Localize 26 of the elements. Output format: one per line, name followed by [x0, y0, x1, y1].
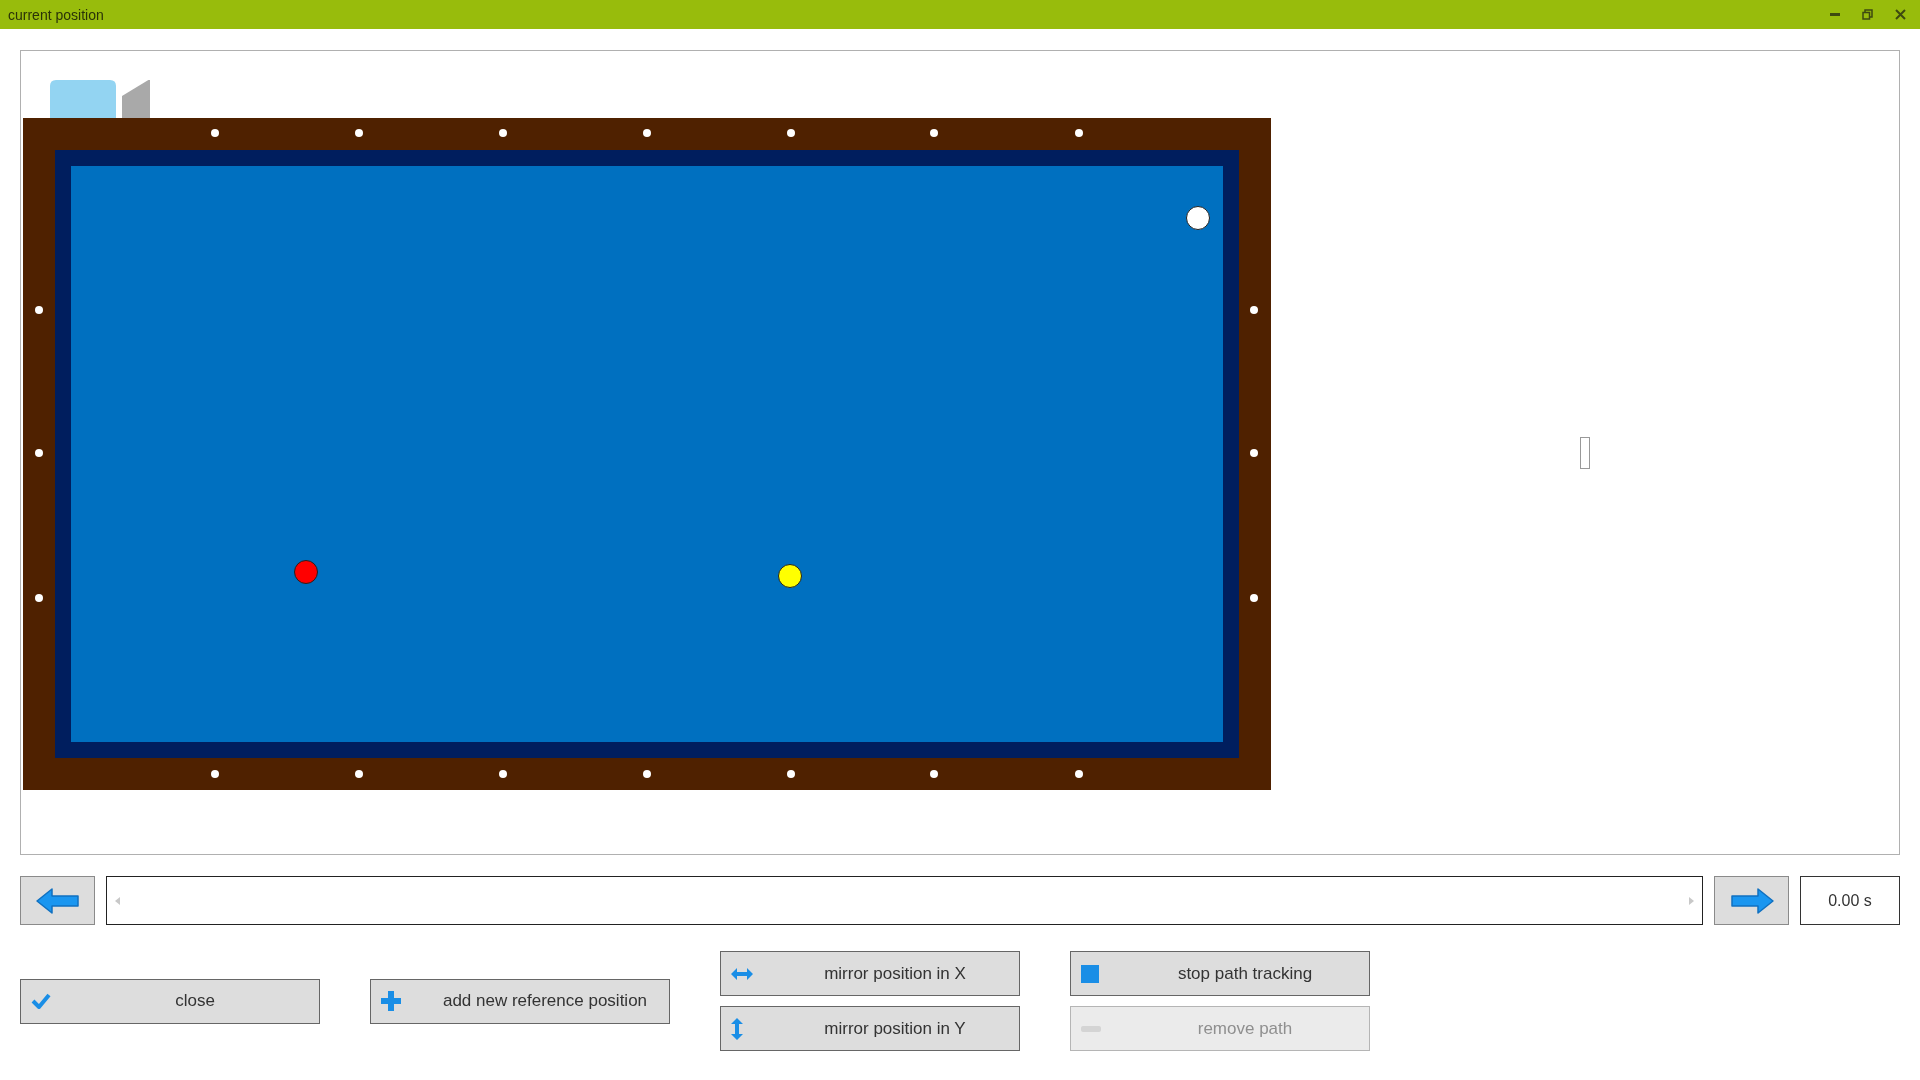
stop-button[interactable]: stop path tracking [1070, 951, 1370, 996]
left-arrow-icon [34, 886, 81, 915]
ball[interactable] [1186, 206, 1210, 230]
previous-button[interactable] [20, 876, 95, 925]
close-icon[interactable] [1895, 9, 1906, 20]
next-button[interactable] [1714, 876, 1789, 925]
restore-icon[interactable] [1862, 9, 1873, 20]
mirror-x-button[interactable]: mirror position in X [720, 951, 1020, 996]
left-caret-icon [115, 896, 120, 905]
plus-icon [381, 991, 401, 1011]
close-button[interactable]: close [20, 978, 320, 1024]
right-arrow-icon [1728, 886, 1775, 915]
minimize-icon[interactable] [1830, 12, 1840, 17]
stop-icon [1081, 964, 1099, 983]
checkmark-icon [31, 993, 51, 1009]
mirror-y-button[interactable]: mirror position in Y [720, 1006, 1020, 1051]
timeline-slider[interactable] [106, 876, 1703, 925]
right-caret-icon [1689, 896, 1694, 905]
ball[interactable] [778, 564, 802, 588]
horizontal-arrows-icon [731, 967, 753, 980]
add-button[interactable]: add new reference position [370, 978, 670, 1024]
camera-icon [50, 80, 150, 118]
time-display: 0.00 s [1800, 876, 1900, 925]
cursor-marker [1580, 436, 1590, 469]
window-title: current position [8, 6, 104, 23]
vertical-arrows-icon [731, 1017, 743, 1040]
